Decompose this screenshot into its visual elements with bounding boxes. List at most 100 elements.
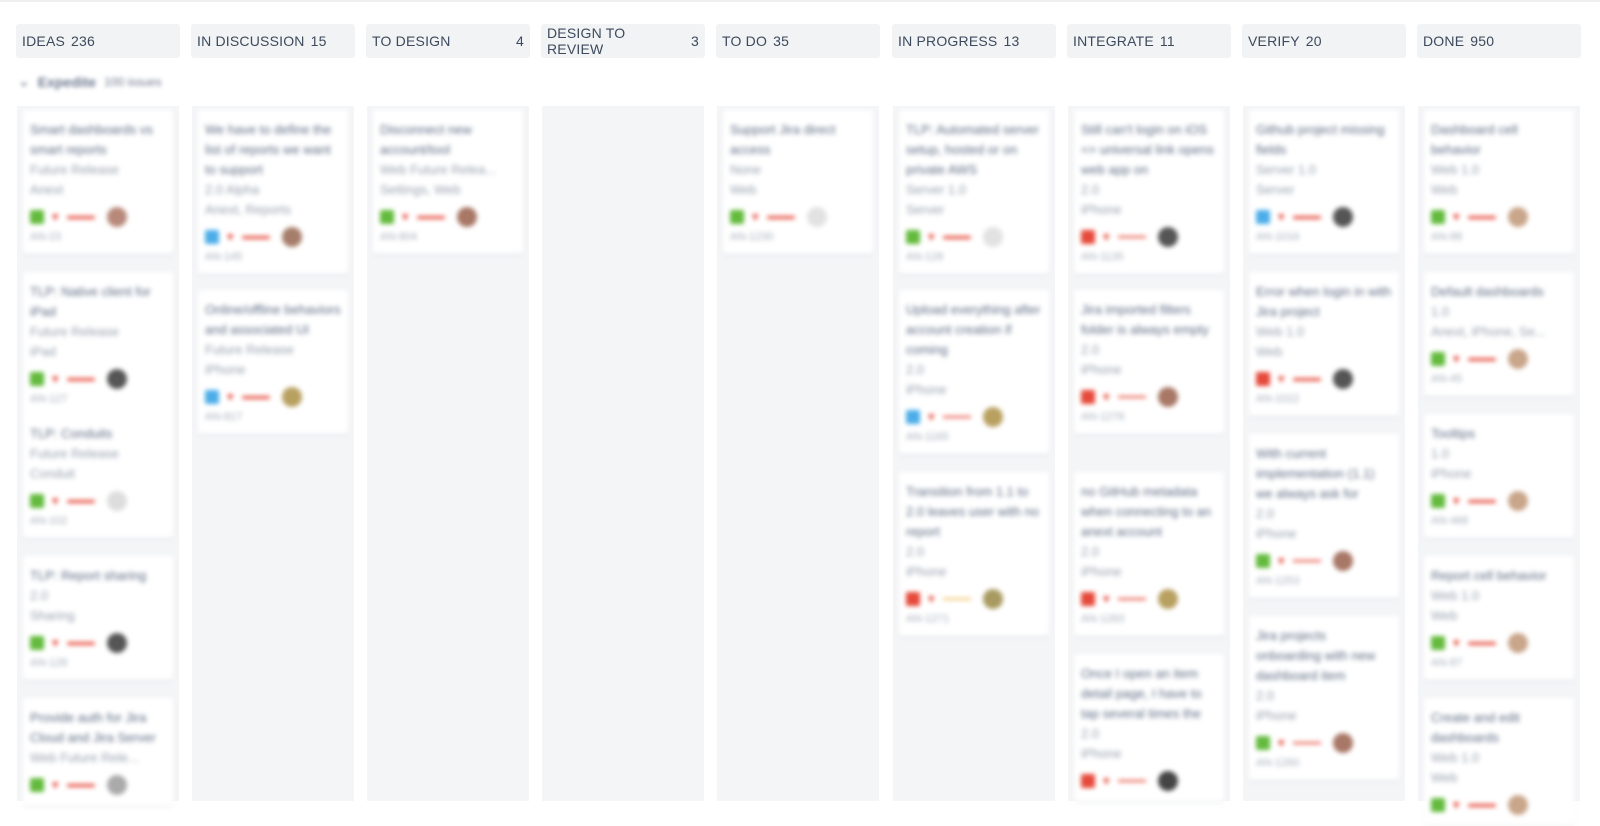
assignee-avatar[interactable] [1157, 227, 1178, 247]
issue-card[interactable]: Once I open an item detail page, I have … [1074, 654, 1224, 802]
issue-key[interactable]: AN-45 [1431, 372, 1567, 386]
issue-key[interactable]: AN-1135 [1081, 250, 1217, 264]
assignee-avatar[interactable] [1507, 491, 1528, 511]
issue-key[interactable]: AN-127 [30, 392, 166, 406]
issue-card[interactable]: TLP: Conduits Future Release Conduit ▾ AN-10… [23, 414, 173, 538]
issue-key[interactable]: AN-1271 [906, 612, 1042, 626]
issue-meta: 2.0 [1081, 182, 1100, 197]
issue-card[interactable]: Dashboard cell behavior Web 1.0 Web ▾ AN-88 [1424, 110, 1574, 254]
assignee-avatar[interactable] [281, 227, 302, 247]
issue-key[interactable]: AN-1230 [730, 230, 866, 244]
issue-card[interactable]: Provide auth for Jira Cloud and Jira Ser… [23, 698, 173, 806]
flag-pin-icon: ▾ [227, 389, 234, 404]
assignee-avatar[interactable] [1332, 551, 1353, 571]
assignee-avatar[interactable] [1507, 207, 1528, 227]
assignee-avatar[interactable] [1157, 771, 1178, 791]
assignee-avatar[interactable] [1507, 795, 1528, 815]
issue-card[interactable]: Smart dashboards vs smart reports Future … [23, 110, 173, 254]
issue-summary: Github project missing fields [1256, 122, 1385, 157]
issue-card[interactable]: Report cell behavior Web 1.0 Web ▾ AN-87 [1424, 556, 1574, 680]
issue-card[interactable]: We have to define the list of reports we… [198, 110, 348, 274]
issue-card[interactable]: Jira projects onboarding with new dashbo… [1249, 616, 1399, 780]
assignee-avatar[interactable] [982, 589, 1003, 609]
assignee-avatar[interactable] [106, 207, 127, 227]
issue-key[interactable]: AN-102 [30, 514, 166, 528]
assignee-avatar[interactable] [1157, 589, 1178, 609]
task-type-icon [205, 390, 219, 404]
flag-pin-icon: ▾ [928, 409, 935, 424]
issue-meta: Web 1.0 [1256, 324, 1305, 339]
issue-card[interactable]: Still can't login on iOS => universal li… [1074, 110, 1224, 274]
issue-card[interactable]: TLP: Automated server setup, hosted or o… [899, 110, 1049, 274]
issue-card[interactable]: Jira imported filters folder is always e… [1074, 290, 1224, 434]
flag-pin-icon: ▾ [1453, 351, 1460, 366]
issue-summary: We have to define the list of reports we… [205, 122, 332, 177]
issue-key[interactable]: AN-1022 [1256, 392, 1392, 406]
bug-type-icon [1081, 592, 1095, 606]
flag-pin-icon: ▾ [52, 493, 59, 508]
issue-key[interactable]: AN-1165 [906, 430, 1042, 444]
assignee-avatar[interactable] [806, 207, 827, 227]
story-type-icon [30, 778, 44, 792]
issue-key[interactable]: AN-817 [205, 410, 341, 424]
issue-card[interactable]: Create and edit dashboards Web 1.0 Web ▾ [1424, 698, 1574, 826]
bug-type-icon [1081, 230, 1095, 244]
issue-summary: Still can't login on iOS => universal li… [1081, 122, 1214, 177]
issue-key[interactable]: AN-468 [1431, 514, 1567, 528]
assignee-avatar[interactable] [1507, 349, 1528, 369]
issue-meta: 2.0 [1081, 726, 1100, 741]
issue-card[interactable]: Upload everything after account creation… [899, 290, 1049, 454]
issue-key[interactable]: AN-1260 [1256, 756, 1392, 770]
assignee-avatar[interactable] [1332, 733, 1353, 753]
issue-card[interactable]: TLP: Report sharing 2.0 Sharing ▾ AN-128 [23, 556, 173, 680]
issue-key[interactable]: AN-1278 [1081, 410, 1217, 424]
issue-summary: Provide auth for Jira Cloud and Jira Ser… [30, 710, 156, 745]
issue-meta: Future Release [30, 162, 119, 177]
issue-summary: TLP: Conduits [30, 426, 113, 441]
issue-meta: 2.0 [906, 544, 925, 559]
issue-key[interactable]: AN-128 [906, 250, 1042, 264]
issue-card[interactable]: Online/offline behaviors and associated … [198, 290, 348, 434]
issue-meta: Server 1.0 [906, 182, 966, 197]
issue-key[interactable]: AN-128 [30, 656, 166, 670]
issue-key[interactable]: AN-1253 [1256, 574, 1392, 588]
priority-highest-icon [416, 215, 445, 219]
story-type-icon [380, 210, 394, 224]
issue-summary: Disconnect new account/tool [380, 122, 472, 157]
issue-card[interactable]: Github project missing fields Server 1.0 S… [1249, 110, 1399, 254]
issue-key[interactable]: AN-88 [1431, 230, 1567, 244]
issue-card[interactable]: Support Jira direct access None Web ▾ AN-123… [723, 110, 873, 254]
issue-card[interactable]: Disconnect new account/tool Web Future Re… [373, 110, 523, 254]
issue-card[interactable]: Transition from 1.1 to 2.0 leaves user w… [899, 472, 1049, 636]
issue-card[interactable]: Error when login in with Jira project Web… [1249, 272, 1399, 416]
assignee-avatar[interactable] [106, 369, 127, 389]
assignee-avatar[interactable] [106, 775, 127, 795]
issue-meta: 2.0 [1256, 506, 1275, 521]
issue-key[interactable]: AN-23 [30, 230, 166, 244]
issue-summary: Online/offline behaviors and associated … [205, 302, 341, 337]
issue-card[interactable]: With current implementation (1.1) we alw… [1249, 434, 1399, 598]
assignee-avatar[interactable] [281, 387, 302, 407]
assignee-avatar[interactable] [106, 633, 127, 653]
issue-key[interactable]: AN-804 [380, 230, 516, 244]
assignee-avatar[interactable] [106, 491, 127, 511]
issue-key[interactable]: AN-145 [205, 250, 341, 264]
assignee-avatar[interactable] [982, 227, 1003, 247]
issue-summary: Error when login in with Jira project [1256, 284, 1392, 319]
issue-card[interactable]: Tooltips 1.0 iPhone ▾ AN-468 [1424, 414, 1574, 538]
issue-key[interactable]: AN-87 [1431, 656, 1567, 670]
assignee-avatar[interactable] [982, 407, 1003, 427]
issue-card[interactable]: Default dashboards 1.0 Anext, iPhone, Se..… [1424, 272, 1574, 396]
issue-summary: Smart dashboards vs smart reports [30, 122, 153, 157]
issue-key[interactable]: AN-1283 [1081, 612, 1217, 626]
issue-key[interactable]: AN-1016 [1256, 230, 1392, 244]
assignee-avatar[interactable] [1332, 207, 1353, 227]
assignee-avatar[interactable] [1332, 369, 1353, 389]
issue-card[interactable]: TLP: Native client for iPad Future Releas… [23, 272, 173, 416]
assignee-avatar[interactable] [1507, 633, 1528, 653]
assignee-avatar[interactable] [456, 207, 477, 227]
issue-card[interactable]: no GitHub metadata when connecting to an… [1074, 472, 1224, 636]
story-type-icon [1431, 352, 1445, 366]
assignee-avatar[interactable] [1157, 387, 1178, 407]
flag-pin-icon: ▾ [1453, 209, 1460, 224]
